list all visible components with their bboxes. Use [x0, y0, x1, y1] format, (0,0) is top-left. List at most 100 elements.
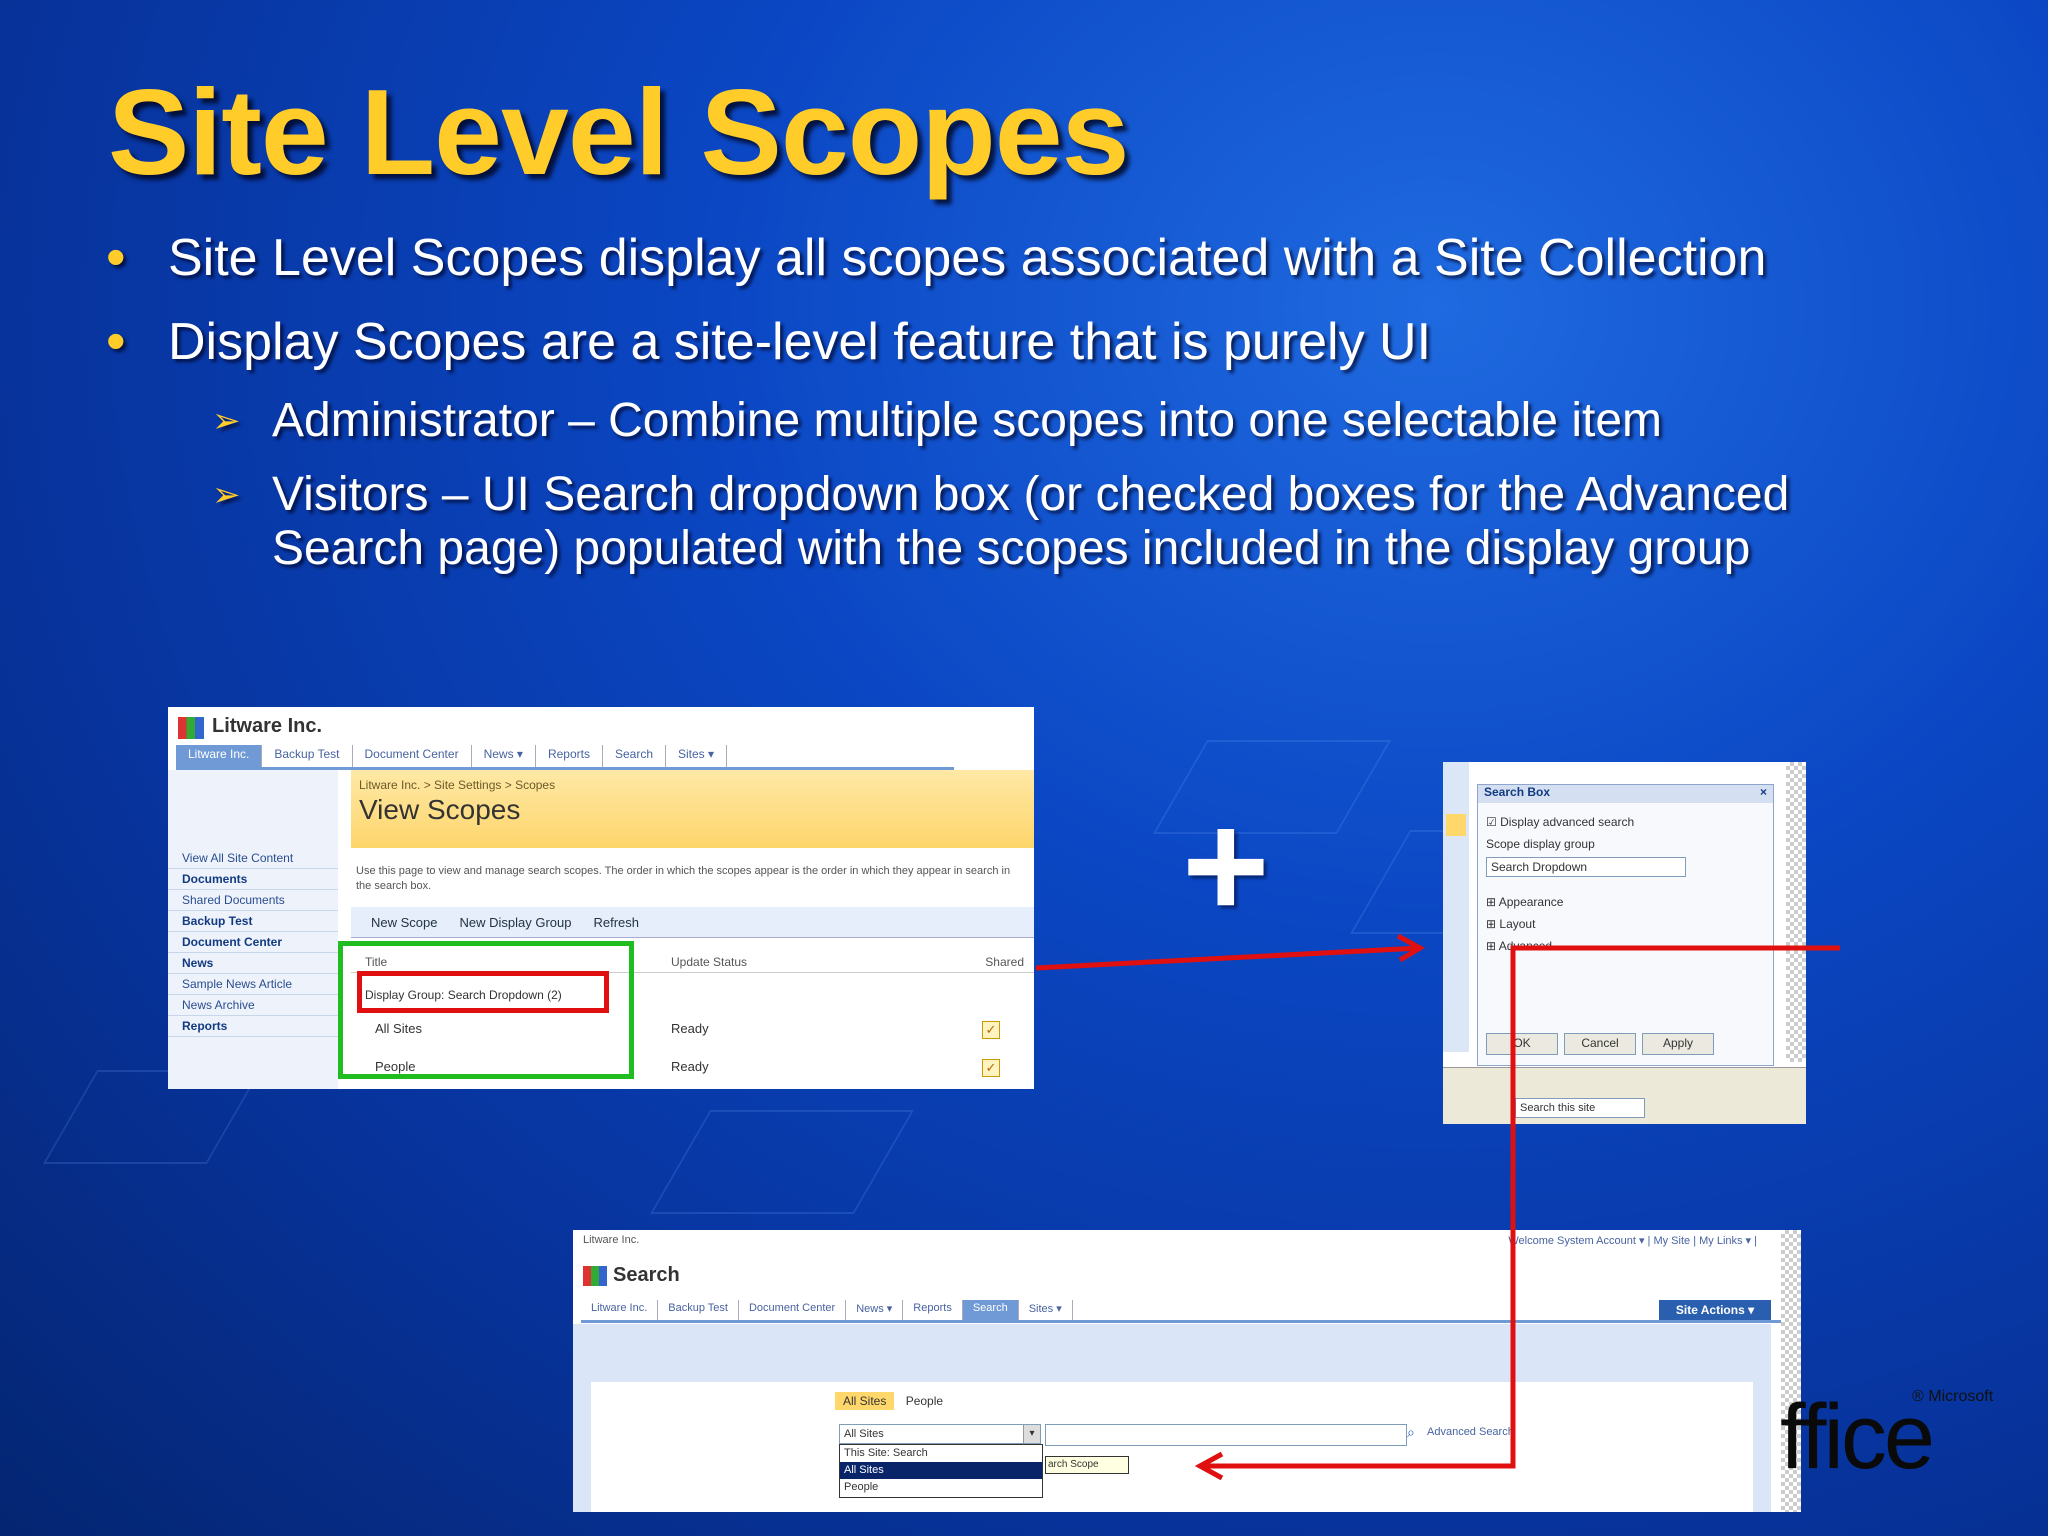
- shared-check-icon: ✓: [982, 1021, 1000, 1039]
- toolbar: New Scope New Display Group Refresh: [351, 907, 1034, 938]
- tool-pane-title: Search Box ×: [1478, 785, 1773, 803]
- tab[interactable]: Document Center: [353, 745, 472, 767]
- bullet-1: • Site Level Scopes display all scopes a…: [106, 225, 1767, 288]
- scope-dropdown-list: This Site: Search All Sites People: [839, 1444, 1043, 1498]
- bullet-text: Display Scopes are a site-level feature …: [168, 313, 1432, 371]
- arrow-bullet-icon: ➢: [212, 476, 241, 514]
- nav-heading[interactable]: Documents: [168, 869, 338, 890]
- tab[interactable]: Sites ▾: [1019, 1300, 1073, 1320]
- nav-link[interactable]: View All Site Content: [168, 848, 338, 869]
- page-title: View Scopes: [359, 794, 521, 825]
- bullet-2: • Display Scopes are a site-level featur…: [106, 309, 1432, 372]
- dropdown-option-selected[interactable]: All Sites: [840, 1462, 1042, 1479]
- bullet-dot: •: [106, 225, 126, 288]
- site-name[interactable]: Litware Inc.: [583, 1234, 639, 1246]
- dropdown-option[interactable]: This Site: Search: [840, 1445, 1042, 1462]
- tab[interactable]: Reports: [536, 745, 603, 767]
- arrow-head: [1396, 933, 1426, 963]
- background-panel: [649, 1110, 915, 1214]
- scope-status: Ready: [671, 1021, 709, 1036]
- checkbox-label: Display advanced search: [1500, 815, 1635, 829]
- nav-heading[interactable]: News: [168, 953, 338, 974]
- nav-heading[interactable]: Reports: [168, 1016, 338, 1037]
- section-label: Appearance: [1498, 895, 1564, 909]
- tooltip: arch Scope: [1045, 1456, 1129, 1474]
- page-description: Use this page to view and manage search …: [356, 865, 1011, 892]
- column-shared[interactable]: Shared: [985, 955, 1024, 969]
- appearance-section[interactable]: ⊞ Appearance: [1478, 891, 1773, 913]
- bullet-text: Site Level Scopes display all scopes ass…: [168, 229, 1767, 287]
- office-logo: ffice: [1780, 1386, 1935, 1488]
- tab[interactable]: Litware Inc.: [176, 745, 263, 767]
- search-box-input[interactable]: Search this site: [1515, 1098, 1645, 1118]
- layout-section[interactable]: ⊞ Layout: [1478, 913, 1773, 935]
- scope-group-input[interactable]: Search Dropdown: [1486, 857, 1686, 877]
- shared-check-icon: ✓: [982, 1059, 1000, 1077]
- nav-link[interactable]: Sample News Article: [168, 974, 338, 995]
- new-display-group-button[interactable]: New Display Group: [459, 915, 571, 930]
- site-actions-button[interactable]: Site Actions ▾: [1659, 1300, 1771, 1320]
- scope-group-label: Scope display group: [1486, 837, 1595, 851]
- nav-heading[interactable]: Document Center: [168, 932, 338, 953]
- scope-tabs: All Sites People: [835, 1392, 951, 1410]
- bullet-dot: •: [106, 309, 126, 372]
- arrow-to-toolpane: [1035, 945, 1421, 971]
- dropdown-value: All Sites: [844, 1428, 884, 1440]
- tab[interactable]: Litware Inc.: [581, 1300, 659, 1320]
- column-status[interactable]: Update Status: [671, 955, 747, 969]
- highlight: [1446, 814, 1466, 836]
- tab[interactable]: News ▾: [472, 745, 536, 767]
- global-bar: Litware Inc. Welcome System Account ▾ | …: [573, 1230, 1801, 1252]
- transparency-edge: [1786, 762, 1806, 1062]
- scope-tab-people[interactable]: People: [898, 1392, 951, 1410]
- view-scopes-screenshot: Litware Inc. Litware Inc. Backup Test Do…: [168, 707, 1034, 1089]
- search-box-toolpane-screenshot: Search Box × ☑ Display advanced search S…: [1443, 762, 1806, 1124]
- sharepoint-logo-icon: [178, 717, 204, 739]
- close-icon[interactable]: ×: [1760, 785, 1767, 799]
- advanced-search-link[interactable]: Advanced Search: [1427, 1426, 1514, 1438]
- scope-tab-all-sites[interactable]: All Sites: [835, 1392, 895, 1410]
- nav-link[interactable]: News Archive: [168, 995, 338, 1016]
- red-highlight-box: [357, 971, 609, 1013]
- sub-bullet-text: Visitors – UI Search dropdown box (or ch…: [272, 468, 1790, 575]
- plus-sign: +: [1182, 781, 1270, 949]
- nav-link[interactable]: Shared Documents: [168, 890, 338, 911]
- scope-dropdown[interactable]: All Sites ▾: [839, 1424, 1041, 1444]
- tab[interactable]: Sites ▾: [666, 745, 728, 767]
- sharepoint-logo-icon: [583, 1266, 607, 1286]
- advanced-section[interactable]: ⊞ Advanced: [1478, 935, 1773, 957]
- search-page-screenshot: Litware Inc. Welcome System Account ▾ | …: [573, 1230, 1801, 1512]
- top-nav: Litware Inc. Backup Test Document Center…: [176, 745, 954, 770]
- search-go-icon[interactable]: ⌕: [1407, 1424, 1415, 1441]
- new-scope-button[interactable]: New Scope: [371, 915, 437, 930]
- section-label: Advanced: [1498, 939, 1553, 953]
- tab-search[interactable]: Search: [962, 1300, 1019, 1320]
- tab[interactable]: Document Center: [739, 1300, 847, 1320]
- search-query-input[interactable]: [1045, 1424, 1407, 1446]
- section-label: Layout: [1499, 917, 1536, 931]
- page-header: Litware Inc. > Site Settings > Scopes Vi…: [351, 770, 1034, 848]
- site-header: Litware Inc.: [168, 707, 1034, 745]
- tab[interactable]: Search: [603, 745, 666, 767]
- tool-pane: Search Box × ☑ Display advanced search S…: [1477, 784, 1774, 1066]
- tab[interactable]: Backup Test: [658, 1300, 739, 1320]
- ok-button[interactable]: OK: [1486, 1033, 1558, 1055]
- page-strip: [1443, 762, 1469, 1052]
- tab[interactable]: Reports: [903, 1300, 963, 1320]
- quick-launch: View All Site Content Documents Shared D…: [168, 770, 338, 1089]
- tab[interactable]: Backup Test: [262, 745, 353, 767]
- tool-pane-title-text: Search Box: [1484, 785, 1551, 799]
- sub-bullet-1: ➢ Administrator – Combine multiple scope…: [212, 394, 1922, 448]
- slide-title: Site Level Scopes: [108, 64, 1129, 200]
- nav-heading[interactable]: Backup Test: [168, 911, 338, 932]
- microsoft-label: ® Microsoft: [1912, 1388, 1994, 1405]
- display-advanced-checkbox[interactable]: ☑ Display advanced search: [1478, 811, 1773, 833]
- cancel-button[interactable]: Cancel: [1564, 1033, 1636, 1055]
- tab[interactable]: News ▾: [846, 1300, 904, 1320]
- chevron-down-icon[interactable]: ▾: [1023, 1425, 1040, 1443]
- refresh-button[interactable]: Refresh: [593, 915, 639, 930]
- breadcrumb[interactable]: Litware Inc. > Site Settings > Scopes: [359, 778, 555, 792]
- apply-button[interactable]: Apply: [1642, 1033, 1714, 1055]
- dropdown-option[interactable]: People: [840, 1479, 1042, 1496]
- welcome-menu[interactable]: Welcome System Account ▾ | My Site | My …: [1508, 1234, 1757, 1247]
